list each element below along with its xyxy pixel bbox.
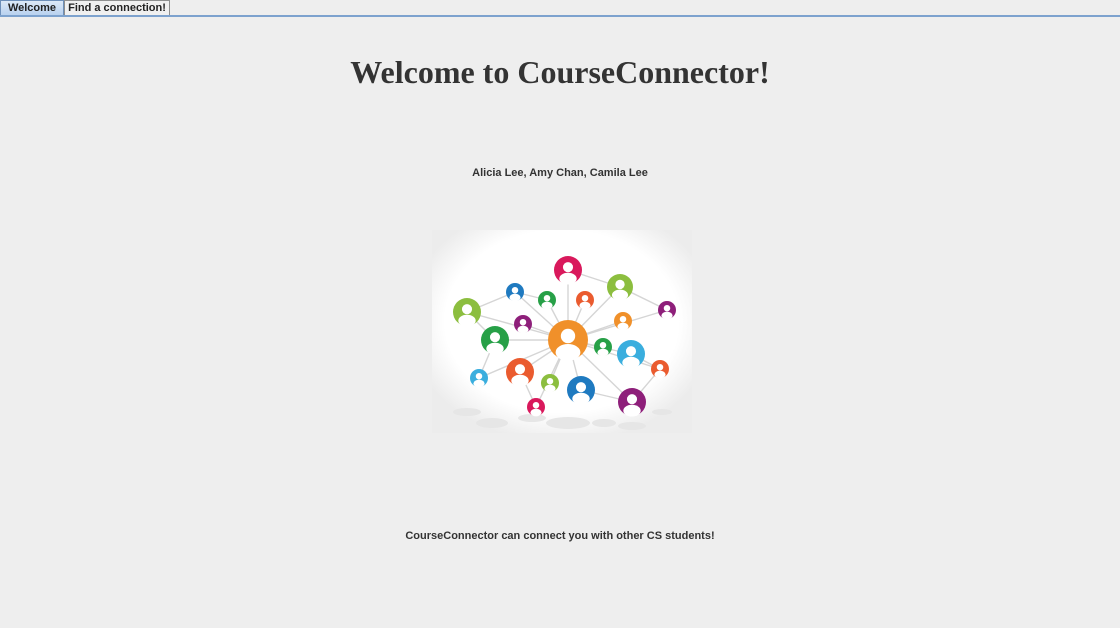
- network-people-icon: [432, 230, 692, 433]
- page-title: Welcome to CourseConnector!: [350, 54, 770, 90]
- tab-welcome[interactable]: Welcome: [0, 0, 64, 15]
- authors-text: Alicia Lee, Amy Chan, Camila Lee: [472, 167, 648, 179]
- tagline-text: CourseConnector can connect you with oth…: [405, 530, 715, 542]
- tab-find-connection[interactable]: Find a connection!: [64, 0, 170, 15]
- tab-bar: Welcome Find a connection!: [0, 0, 1120, 15]
- tab-underline: [0, 15, 1120, 17]
